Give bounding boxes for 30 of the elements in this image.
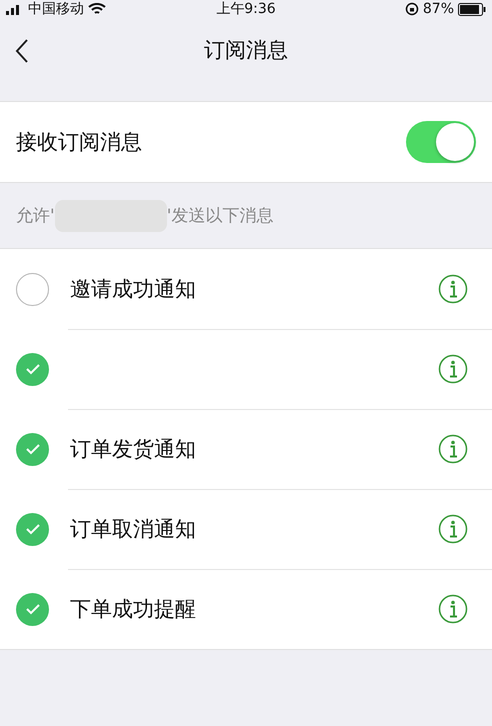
item-label: 邀请成功通知 xyxy=(70,276,197,303)
check-icon xyxy=(24,523,40,535)
check-icon xyxy=(24,443,40,455)
item-label: 下单成功提醒 xyxy=(70,596,197,623)
info-icon[interactable] xyxy=(438,274,468,304)
battery-icon xyxy=(458,2,486,16)
time-text: 上午9:36 xyxy=(216,0,276,16)
check-icon xyxy=(24,603,40,615)
toggle-switch[interactable] xyxy=(406,121,476,163)
back-button[interactable] xyxy=(14,38,30,64)
checkbox[interactable] xyxy=(16,592,49,626)
info-icon[interactable] xyxy=(438,434,468,464)
wifi-icon xyxy=(88,2,106,16)
carrier-text: 中国移动 xyxy=(28,0,84,18)
battery-percent: 87% xyxy=(422,0,454,18)
item-label: 订单发货通知 xyxy=(70,436,197,463)
setting-label: 接收订阅消息 xyxy=(16,129,142,156)
checkbox[interactable] xyxy=(16,432,49,466)
rotation-lock-icon xyxy=(404,2,419,16)
checkbox[interactable] xyxy=(16,352,49,386)
checkbox[interactable] xyxy=(16,272,49,306)
check-icon xyxy=(24,363,40,375)
checkbox[interactable] xyxy=(16,512,49,546)
info-icon[interactable] xyxy=(438,514,468,544)
info-icon[interactable] xyxy=(438,594,468,624)
page-title: 订阅消息 xyxy=(204,37,288,64)
section-text: '发送以下消息 xyxy=(166,205,274,227)
section-text: 允许' xyxy=(16,205,55,227)
info-icon[interactable] xyxy=(438,354,468,384)
item-label: 订单取消通知 xyxy=(70,516,197,543)
